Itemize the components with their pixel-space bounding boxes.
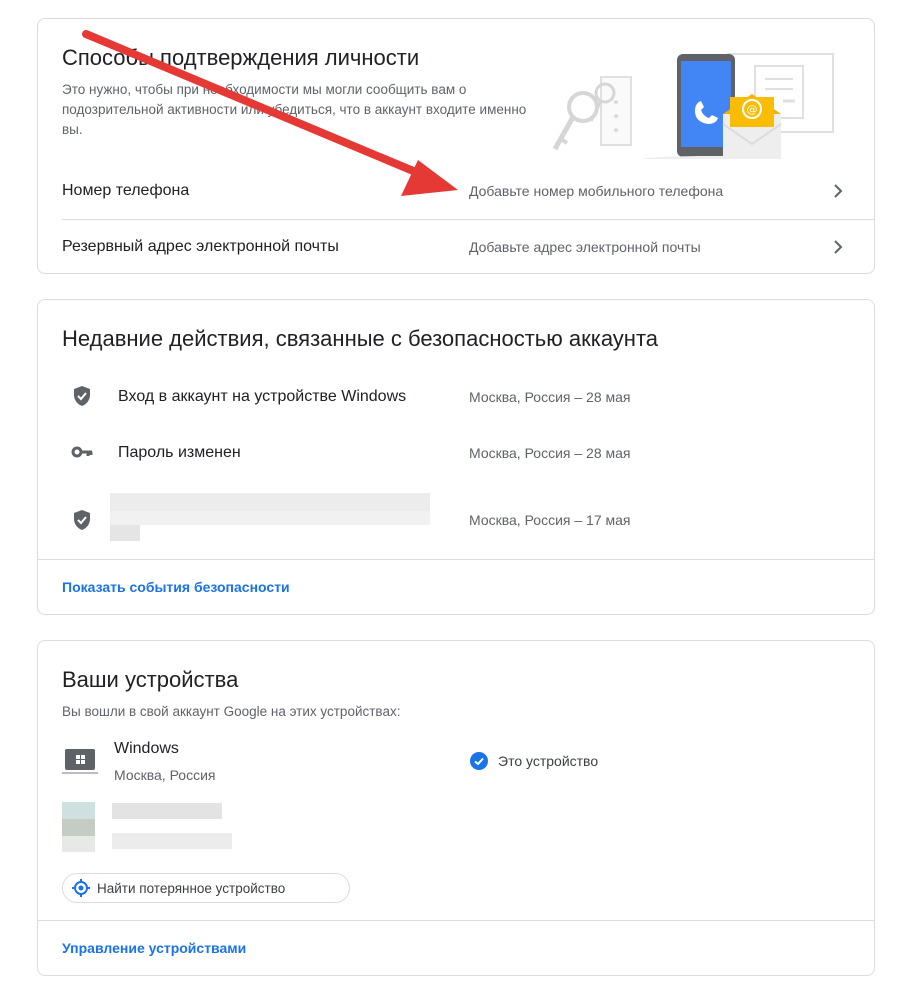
manage-devices-link[interactable]: Управление устройствами (62, 940, 246, 956)
svg-text:@: @ (747, 103, 758, 116)
identity-description: Это нужно, чтобы при необходимости мы мо… (62, 82, 527, 137)
find-lost-device-label: Найти потерянное устройство (97, 880, 286, 896)
event-value: Москва, Россия – 28 мая (469, 445, 631, 461)
event-label: Вход в аккаунт на устройстве Windows (118, 388, 407, 405)
shield-icon (74, 386, 90, 406)
key-icon (71, 446, 93, 458)
check-circle-icon (470, 752, 488, 770)
devices-title: Ваши устройства (62, 667, 239, 692)
recovery-email-label: Резервный адрес электронной почты (62, 238, 339, 255)
devices-card: Ваши устройства Вы вошли в свой аккаунт … (37, 640, 875, 976)
svg-text:*: * (614, 127, 619, 138)
chevron-right-icon (834, 184, 843, 198)
chevron-right-icon (834, 240, 843, 254)
security-card: Недавние действия, связанные с безопасно… (37, 299, 875, 615)
identity-card: Способы подтверждения личности Это нужно… (37, 18, 875, 274)
devices-description: Вы вошли в свой аккаунт Google на этих у… (62, 704, 401, 719)
this-device-badge: Это устройство (498, 753, 599, 769)
security-title: Недавние действия, связанные с безопасно… (62, 326, 659, 351)
card-divider (38, 559, 874, 560)
identity-title: Способы подтверждения личности (62, 45, 420, 70)
phone-row-value: Добавьте номер мобильного телефона (469, 183, 724, 199)
show-security-events-link[interactable]: Показать события безопасности (62, 579, 290, 595)
phone-row-label: Номер телефона (62, 182, 190, 199)
event-value: Москва, Россия – 28 мая (469, 389, 631, 405)
phone-row[interactable]: Номер телефона Добавьте номер мобильного… (38, 163, 874, 219)
recovery-email-value: Добавьте адрес электронной почты (469, 239, 701, 255)
locate-icon (72, 879, 90, 897)
identity-illustration: * * * @ (552, 53, 834, 159)
find-lost-device-button[interactable]: Найти потерянное устройство (62, 873, 350, 903)
svg-text:*: * (614, 113, 619, 124)
event-value: Москва, Россия – 17 мая (469, 512, 631, 528)
device-location: Москва, Россия (114, 767, 216, 783)
card-divider (38, 920, 874, 921)
laptop-icon (62, 749, 98, 774)
device-name: Windows (114, 740, 179, 757)
svg-text:*: * (614, 99, 619, 110)
event-label: Пароль изменен (118, 444, 241, 461)
recovery-email-row[interactable]: Резервный адрес электронной почты Добавь… (38, 219, 874, 273)
shield-icon (74, 510, 90, 530)
